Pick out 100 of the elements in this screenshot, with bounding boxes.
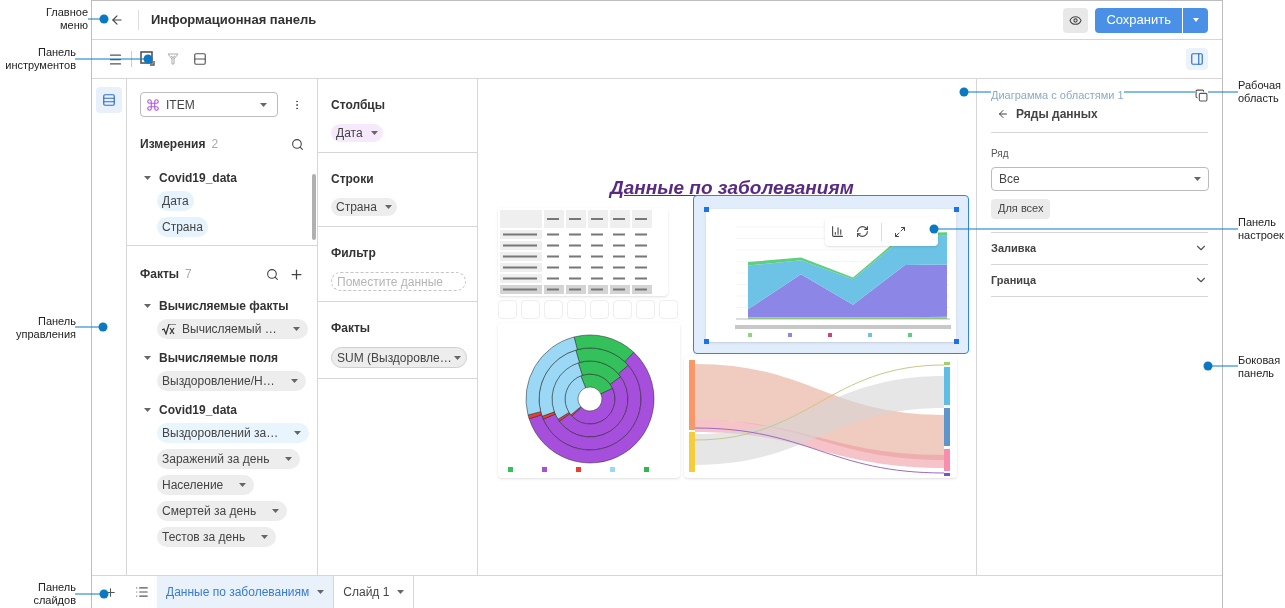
caret-icon [261,535,269,539]
search-button[interactable] [291,137,304,151]
refresh-button[interactable] [856,225,869,238]
expand-icon [894,225,906,238]
chart-type-button[interactable] [831,225,844,238]
accordion-header[interactable]: Заливка [991,231,1208,264]
slide-tab[interactable]: Слайд 1 [334,576,415,608]
back-arrow-icon [997,107,1009,120]
tree-group[interactable]: Вычисляемые факты [159,297,289,315]
search-icon [291,137,304,151]
search-icon [266,267,279,281]
caret-icon [292,327,300,331]
preview-button[interactable] [1063,7,1089,33]
caret-icon [285,457,293,461]
sankey-node [944,408,950,446]
field-chip[interactable]: Страна [157,217,208,237]
field-chip[interactable]: Заражений за день [157,449,301,469]
window-title: Информационная панель [151,11,317,30]
count-label: 2 [211,136,219,153]
bar-chart-icon [831,225,844,238]
sankey-node [944,473,950,476]
resize-handle[interactable] [704,339,709,344]
panel-icon [1190,52,1204,66]
caret-icon [294,431,302,435]
side-panel-toggle[interactable] [1186,48,1208,70]
caret-icon [260,102,267,107]
caret-icon [1194,176,1201,181]
caret-icon [370,131,378,135]
field-chip[interactable]: Смертей за день [157,501,288,521]
section-title: Факты [140,266,180,283]
field-label: Ряд [991,146,1009,161]
list-icon [102,93,116,107]
caret-icon [290,379,298,383]
sankey-node [944,362,950,365]
callout-label: Панель слайдов [32,581,76,607]
field-chip[interactable]: Дата [157,191,194,211]
cube-select[interactable]: ITEM [140,92,278,117]
section-title: Строки [331,171,375,188]
search-button[interactable] [266,267,279,281]
sankey-node [944,367,950,405]
field-chip[interactable]: Население [157,475,255,495]
caret-icon [1192,18,1199,22]
menu-icon [108,51,123,67]
field-chip[interactable]: Вычисляемый … [157,319,308,339]
section-title: Фильтр [331,245,377,262]
sankey-node [689,360,695,430]
widget-title: Диаграмма с областями 1 [991,87,1124,104]
field-chip[interactable]: Выздоровлений за… [157,423,310,443]
callout-label: Панель инструментов [4,46,76,72]
field-chip[interactable]: Тестов за день [157,527,277,547]
tree-group[interactable]: Covid19_data [159,401,238,419]
legend-swatch [542,467,547,472]
callout-label: Главное меню [44,6,88,32]
scrollbar[interactable] [312,174,316,240]
field-chip[interactable]: Выздоровление/Н… [157,371,306,391]
resize-handle[interactable] [954,339,959,344]
section-title: Измерения [140,136,206,153]
select-frame-button[interactable] [140,51,156,67]
tree-group[interactable]: Вычисляемые поля [159,349,279,367]
caret-icon [454,355,461,360]
field-chip[interactable]: Страна [331,198,397,216]
frame-icon [140,51,156,67]
menu-button[interactable] [108,51,123,67]
apply-all-button[interactable]: Для всех [991,198,1051,219]
dashboard-title: Данные по заболеваниям [610,176,854,200]
save-menu-button[interactable] [1183,7,1208,33]
resize-handle[interactable] [954,207,959,212]
selection-frame[interactable] [693,195,969,354]
callout-label: Рабочая область [1238,79,1283,105]
slide-tab[interactable]: Данные по заболеваниям [157,576,335,608]
callout-label: Боковая панель [1238,354,1282,380]
series-select[interactable]: Все [991,166,1209,191]
caret-icon [239,483,247,487]
plus-icon [289,266,304,282]
refresh-icon [856,225,869,238]
tree-group[interactable]: Covid19_data [159,169,238,187]
add-button[interactable] [289,266,304,282]
callout-label: Панель настроек [1238,216,1285,242]
data-panel-tab[interactable] [96,87,122,113]
pie-widget[interactable] [498,323,680,478]
section-title: Столбцы [331,97,386,114]
caret-icon [272,509,280,513]
layout-button[interactable] [193,52,207,66]
field-chip[interactable]: Дата [331,124,383,142]
sankey-node [944,449,950,471]
legend-swatch [644,467,649,472]
back-button[interactable] [997,107,1009,120]
eye-icon [1069,13,1083,27]
field-chip[interactable]: SUM (Выздоровле… [331,347,467,368]
resize-handle[interactable] [704,207,709,212]
formula-icon [162,323,176,335]
panel-title: Ряды данных [1016,105,1098,123]
rows-icon [193,52,207,66]
copy-button[interactable] [1195,88,1208,102]
accordion-header[interactable]: Граница [991,263,1208,296]
filter-off-icon [167,53,179,65]
expand-button[interactable] [894,225,906,238]
legend-swatch [508,467,513,472]
clear-filter-button[interactable] [167,53,179,65]
caret-icon [397,590,405,594]
